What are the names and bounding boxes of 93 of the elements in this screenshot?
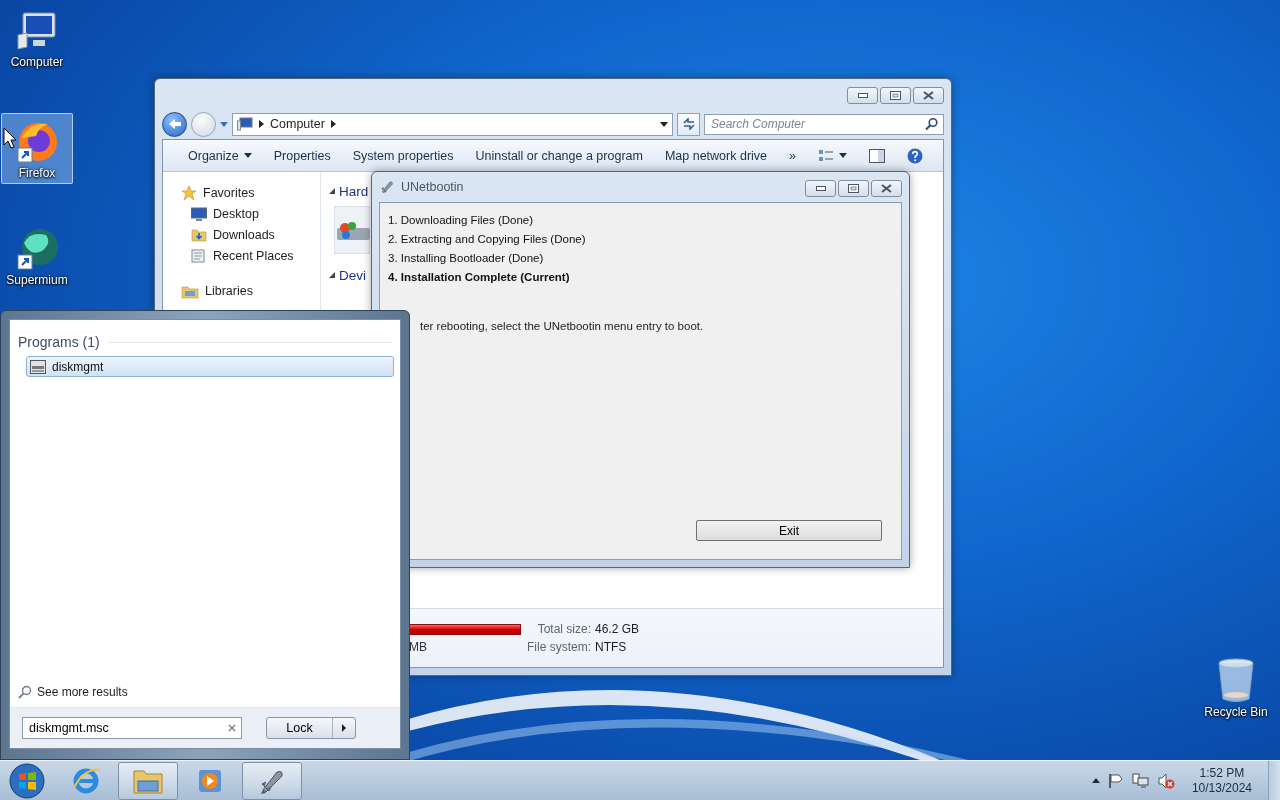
recycle-bin-icon [1216,657,1256,703]
caret-icon [220,121,228,127]
chevron-icon [259,120,264,128]
toolbar-button[interactable]: Map network drive [653,143,779,168]
close-icon [881,184,892,193]
close-icon [923,91,934,100]
refresh-icon [681,118,696,130]
group-header: Programs (1) [18,334,100,350]
instruction-text: ter rebooting, select the UNetbootin menu entry to boot. [419,320,705,332]
help-icon [907,147,923,164]
desktop-shortcut[interactable]: Computer [1,4,73,73]
monitor-icon [191,205,207,222]
minimize-button[interactable] [847,87,878,104]
details-label: Total size: [536,622,591,636]
desktop-shortcut[interactable]: Firefox [1,113,73,184]
progress-step: 4. Installation Complete (Current) [388,268,882,287]
details-text: MB [408,640,428,654]
toolbar-button[interactable]: Uninstall or change a program [464,143,654,168]
action-center-button[interactable] [1107,772,1124,789]
details-value: 46.2 GB [595,622,641,636]
close-button[interactable] [913,87,944,104]
nav-item[interactable]: Downloads [163,224,320,245]
nav-item[interactable]: Favorites [163,182,320,203]
maximize-button[interactable] [838,180,869,197]
recent-icon [191,247,207,264]
clock-time: 1:52 PM [1199,765,1245,781]
progress-step: 2. Extracting and Copying Files (Done) [388,230,882,249]
breadcrumb-item[interactable]: Computer [270,117,325,131]
maximize-icon [848,184,859,193]
address-bar[interactable]: Computer [232,112,673,136]
drive-icon [334,206,370,254]
section-header[interactable]: Hard [339,183,369,199]
clear-icon [228,724,236,732]
clock-date: 10/13/2024 [1191,780,1252,796]
exit-button[interactable]: Exit [696,520,882,541]
muted-speaker-icon [1157,772,1176,789]
cursor-icon [3,127,17,149]
nav-item[interactable]: Libraries [163,280,320,301]
taskbar-button[interactable] [242,761,302,800]
network-button[interactable] [1131,772,1150,789]
network-icon [1131,772,1150,789]
arrow-icon [342,724,346,732]
pane-icon [869,148,885,163]
details-value: NTFS [595,640,628,654]
back-button[interactable] [162,111,187,137]
search-field[interactable]: diskmgmt.msc [22,717,242,739]
show-hidden-icons-button[interactable] [1091,778,1100,783]
collapse-icon [329,272,335,278]
minimize-button[interactable] [805,180,836,197]
back-arrow-icon [167,118,182,130]
caret-icon [243,153,252,158]
section-header[interactable]: Devi [339,267,366,283]
caret-icon [660,121,668,127]
rocket-icon [379,179,395,195]
progress-step: 1. Downloading Files (Done) [388,211,882,230]
search-field[interactable]: Search Computer [704,113,944,135]
more-button[interactable]: » [778,143,807,168]
computer-icon [237,117,253,131]
lock-button[interactable]: Lock [267,718,333,738]
up-arrow-icon [1091,778,1100,783]
desktop-shortcut[interactable]: Recycle Bin [1200,652,1272,723]
refresh-button[interactable] [677,112,700,136]
maximize-button[interactable] [880,87,911,104]
toolbar-button[interactable]: Organize [177,143,263,168]
toolbar-button[interactable]: System properties [341,143,465,168]
folder-icon [191,226,207,243]
nav-item[interactable]: Recent Places [163,245,320,266]
toolbar-button[interactable]: Properties [262,143,342,168]
minimize-icon [857,93,868,98]
close-button[interactable] [871,180,902,197]
search-icon [18,685,32,699]
search-icon [925,117,938,131]
clock[interactable]: 1:52 PM 10/13/2024 [1183,765,1260,796]
maximize-icon [890,91,901,100]
desktop-shortcut[interactable]: Supermium [1,220,73,291]
taskbar-button[interactable] [118,761,178,800]
chevron-icon [330,120,336,128]
views-icon [818,148,834,163]
flag-icon [1107,772,1124,789]
search-result[interactable]: diskmgmt [26,356,394,377]
minimize-icon [815,186,826,191]
details-label: File system: [526,640,591,654]
see-more-link[interactable]: See more results [10,685,128,707]
volume-button[interactable] [1157,772,1176,789]
disk-management-icon [30,359,46,374]
nav-item[interactable]: Desktop [163,203,320,224]
computer-icon [15,9,59,53]
caret-icon [839,153,847,158]
window-title: UNetbootin [401,180,465,194]
star-icon [181,184,197,201]
collapse-icon [329,188,335,194]
windows-orb-icon [9,762,45,799]
progress-step: 3. Installing Bootloader (Done) [388,249,882,268]
